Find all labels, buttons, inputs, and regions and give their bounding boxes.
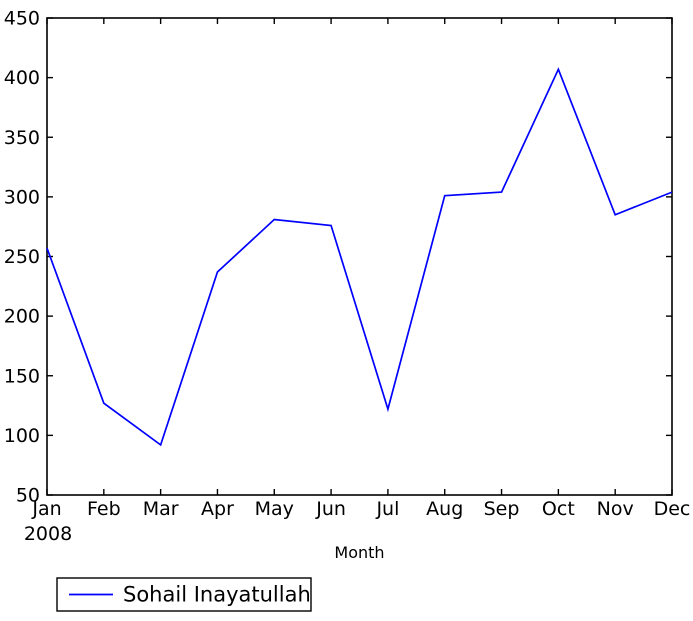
y-tick-label: 250	[4, 246, 40, 268]
x-tick-label: Nov	[597, 498, 634, 520]
axes-frame	[46, 17, 673, 496]
x-axis-title: Month	[334, 543, 384, 562]
x-tick-label: Feb	[87, 498, 121, 520]
x-tick-label: Jun	[315, 498, 346, 520]
x-tick-label: Mar	[143, 498, 179, 520]
x-tick-label: Aug	[426, 498, 463, 520]
x-tick-label: May	[255, 498, 294, 520]
x-axis-year-label: 2008	[24, 523, 72, 545]
y-tick-label: 400	[4, 67, 40, 89]
series-line-0	[46, 67, 673, 447]
line-chart: 50100150200250300350400450 Jan Feb Mar Apr M…	[4, 8, 690, 612]
x-tick-label: Jul	[375, 498, 399, 520]
data-series	[46, 67, 673, 447]
y-tick-label: 450	[4, 8, 40, 30]
x-tick-labels: Jan Feb Mar Apr May Jun Jul Aug Sep Oct Nov Dec	[31, 498, 690, 520]
y-tick-label: 350	[4, 127, 40, 149]
y-tick-label: 200	[4, 306, 40, 328]
figure-canvas: 50 100 150 200 250 300 350 400 450 Jan Feb Mar Apr M…	[0, 0, 693, 621]
x-tick-label: Dec	[654, 498, 691, 520]
legend-label: Sohail Inayatullah	[123, 583, 311, 607]
y-tick-label: 100	[4, 425, 40, 447]
chart-legend: Sohail Inayatullah	[56, 577, 312, 612]
x-tick-label: Apr	[201, 498, 234, 520]
x-tick-label: Jan	[31, 498, 61, 520]
y-tick-label: 150	[4, 365, 40, 387]
y-tick-label: 300	[4, 186, 40, 208]
x-tick-label: Sep	[484, 498, 520, 520]
y-tick-labels: 50100150200250300350400450	[4, 8, 40, 507]
plot-axes	[46, 17, 673, 496]
tick-marks	[46, 17, 673, 496]
x-tick-label: Oct	[542, 498, 575, 520]
